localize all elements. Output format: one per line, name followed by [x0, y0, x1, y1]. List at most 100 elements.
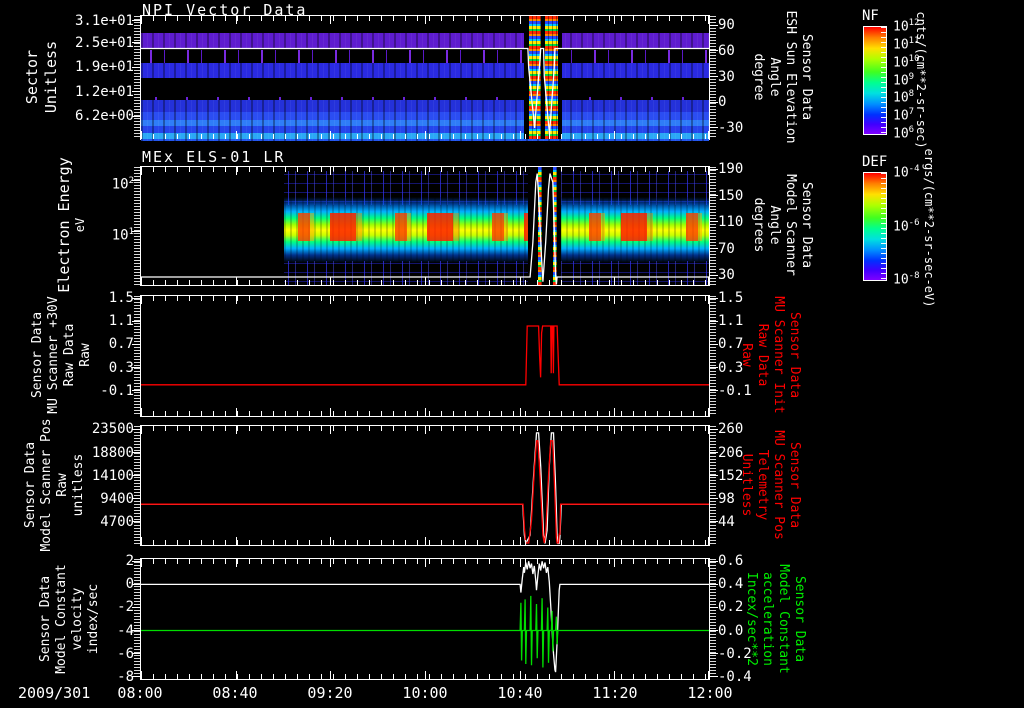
tick-mark: [709, 127, 718, 129]
spectrogram-speckle: [141, 50, 709, 63]
x-axis-labels: 2009/301 08:00 08:40 09:20 10:00 10:40 11:20 1…: [0, 684, 1024, 706]
tick-mark: [614, 131, 616, 139]
tick-mark: [425, 408, 426, 416]
tick-mark: [709, 560, 718, 562]
series-plot: [141, 432, 709, 545]
series-plot: [141, 561, 709, 673]
tick-mark: [614, 408, 616, 416]
tick-mark: [141, 559, 142, 567]
axis-label-line: Sensor Data: [38, 575, 53, 663]
tick-mark: [614, 537, 616, 545]
tick-mark: [425, 131, 426, 139]
tick-mark: [708, 277, 709, 285]
tick-mark: [330, 167, 332, 175]
colorbar-tick-label: 10-4: [893, 164, 920, 181]
tick-mark: [519, 131, 521, 139]
x-axis-time-label: 08:40: [212, 684, 258, 702]
tick-mark: [709, 606, 718, 608]
colorbar-tick-label: 10-8: [893, 271, 920, 288]
tick-mark: [235, 559, 237, 567]
tick-mark: [709, 676, 718, 678]
tick-mark: [330, 296, 332, 304]
colorbar-unit-label: ergs/(cm**2-sr-sec-eV): [922, 148, 936, 308]
tick-mark: [519, 277, 521, 285]
tick-mark: [330, 559, 332, 567]
burst-mosaic: [545, 16, 558, 139]
series-plot: [141, 325, 709, 386]
tick-mark: [235, 277, 237, 285]
colorbar-title: NF: [862, 8, 879, 24]
spectrogram-band: [141, 33, 709, 49]
tick-mark: [330, 408, 332, 416]
burst-mosaic: [538, 167, 542, 285]
tick-mark: [235, 671, 237, 679]
tick-mark: [709, 653, 718, 655]
x-axis-time-label: 12:00: [687, 684, 733, 702]
tick-mark: [235, 16, 237, 24]
tick-mark: [235, 131, 237, 139]
tick-mark: [709, 76, 718, 78]
colorbar-tick-label: 10-6: [893, 217, 920, 234]
tick-mark: [330, 277, 332, 285]
y-minor-ticks: [710, 559, 716, 679]
tick-mark: [709, 274, 718, 276]
tick-mark: [425, 167, 426, 175]
tick-mark: [709, 521, 718, 523]
tick-mark: [141, 426, 142, 434]
tick-mark: [709, 101, 718, 103]
tick-mark: [708, 671, 709, 679]
tick-mark: [708, 426, 709, 434]
tick-mark: [709, 452, 718, 454]
tick-mark: [519, 426, 521, 434]
tick-mark: [235, 426, 237, 434]
tick-mark: [708, 408, 709, 416]
tick-mark: [330, 537, 332, 545]
colorbar-tick-label: 108: [893, 89, 915, 106]
tick-mark: [709, 50, 718, 52]
colorbar-tick-label: 107: [893, 107, 915, 124]
colorbar-title: DEF: [862, 154, 888, 170]
tick-mark: [519, 408, 521, 416]
tick-mark: [709, 24, 718, 26]
x-axis-time-label: 10:00: [402, 684, 448, 702]
burst-mosaic: [553, 167, 557, 285]
tick-mark: [425, 296, 426, 304]
spectrogram-band: [141, 100, 709, 112]
spectrogram-band: [141, 112, 709, 120]
colorbar-tick-label: 109: [893, 71, 915, 88]
tick-mark: [235, 408, 237, 416]
tick-mark: [141, 277, 142, 285]
y-minor-ticks: [134, 559, 140, 679]
tick-mark: [614, 167, 616, 175]
tick-mark: [141, 296, 142, 304]
y-minor-ticks: [134, 16, 140, 139]
tick-mark: [709, 428, 718, 430]
panel-scanner-pos: 23500 18800 14100 9400 4700 260 206 152 98 44: [92, 421, 743, 546]
spectrogram-band: [141, 139, 709, 141]
tick-mark: [709, 320, 718, 322]
tick-mark: [141, 16, 142, 24]
tick-mark: [709, 630, 718, 632]
panel-model-constant: 2 0 -2 -4 -6 -8 0.6 0.4 0.2 0.0 -0.2 -0.4: [117, 553, 752, 684]
tick-mark: [614, 16, 616, 24]
axis-label-line: Model Constant: [54, 564, 69, 674]
axis-label-line: Sensor Data: [23, 441, 38, 529]
tick-mark: [614, 296, 616, 304]
science-plot-screen: NPI Vector Data MEx ELS-01 LR 3.1e+01 2.5…: [0, 0, 1024, 708]
tick-mark: [614, 426, 616, 434]
colorbar-gradient: [863, 172, 887, 281]
tick-mark: [425, 277, 426, 285]
tick-mark: [708, 537, 709, 545]
y-minor-ticks: [710, 16, 716, 139]
tick-mark: [330, 426, 332, 434]
y-minor-ticks: [710, 167, 716, 285]
tick-mark: [708, 131, 709, 139]
tick-mark: [425, 426, 426, 434]
tick-mark: [709, 195, 718, 197]
tick-mark: [235, 296, 237, 304]
tick-mark: [708, 559, 709, 567]
y-minor-ticks: [134, 167, 140, 285]
tick-mark: [709, 498, 718, 500]
tick-mark: [519, 296, 521, 304]
y-minor-ticks: [710, 296, 716, 416]
